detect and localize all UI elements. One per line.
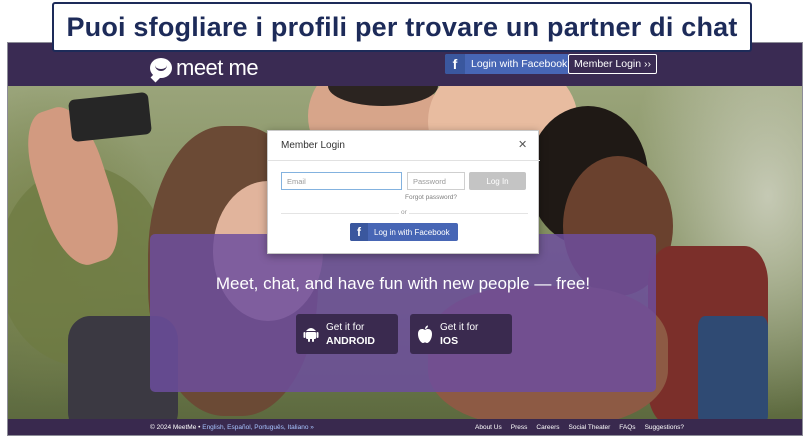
language-links[interactable]: English, Español, Português, Italiano » [202,424,314,431]
annotation-caption: Puoi sfogliare i profili per trovare un … [52,2,752,52]
member-login-label: Member Login ›› [573,58,652,70]
footer-link-careers[interactable]: Careers [536,424,559,431]
header-facebook-login-label: Login with Facebook [471,58,568,70]
member-login-button[interactable]: Member Login ›› [568,54,657,74]
facebook-icon: f [445,54,465,74]
meetme-page: meet me f Login with Facebook Member Log… [7,42,803,436]
footer-link-about[interactable]: About Us [475,424,502,431]
promo-tagline: Meet, chat, and have fun with new people… [215,274,591,293]
footer-links: About Us Press Careers Social Theater FA… [475,424,684,431]
member-login-modal: Member Login ✕ Email Password Log In For… [267,130,540,254]
copyright-text: © 2024 MeetMe • [150,424,203,431]
screenshot-frame: Puoi sfogliare i profili per trovare un … [0,0,806,436]
modal-title: Member Login [281,140,345,151]
phone-photo [68,91,152,143]
logo-text: meet me [176,55,259,80]
close-icon[interactable]: ✕ [518,138,527,151]
footer-link-faqs[interactable]: FAQs [619,424,635,431]
modal-divider [268,160,540,161]
header-facebook-login-button[interactable]: f Login with Facebook [445,54,569,74]
facebook-icon: f [350,223,368,241]
ios-line-1: Get it for [440,321,479,333]
footer-link-suggestions[interactable]: Suggestions? [645,424,684,431]
footer-link-press[interactable]: Press [511,424,528,431]
footer-copyright: © 2024 MeetMe • English, Español, Portug… [150,424,314,431]
modal-facebook-login-label: Log in with Facebook [374,227,450,237]
android-line-2: ANDROID [326,334,375,347]
android-line-1: Get it for [326,321,365,333]
modal-facebook-login-button[interactable]: f Log in with Facebook [350,223,458,241]
ios-line-2: IOS [440,334,459,347]
forgot-password-link[interactable]: Forgot password? [405,194,457,201]
or-label: or [399,209,409,216]
site-footer: © 2024 MeetMe • English, Español, Portug… [8,419,802,435]
footer-link-social-theater[interactable]: Social Theater [569,424,611,431]
get-it-for-android-button[interactable]: Get it for ANDROID [296,314,398,354]
android-icon [296,314,326,354]
caption-text: Puoi sfogliare i profili per trovare un … [66,11,738,42]
password-field[interactable]: Password [407,172,465,190]
promo-panel: Meet, chat, and have fun with new people… [150,234,656,392]
log-in-button[interactable]: Log In [469,172,526,190]
email-field[interactable]: Email [281,172,402,190]
meetme-logo[interactable]: meet me [150,55,259,81]
apple-icon [410,314,440,354]
get-it-for-ios-button[interactable]: Get it for IOS [410,314,512,354]
smile-bubble-icon [150,58,172,78]
